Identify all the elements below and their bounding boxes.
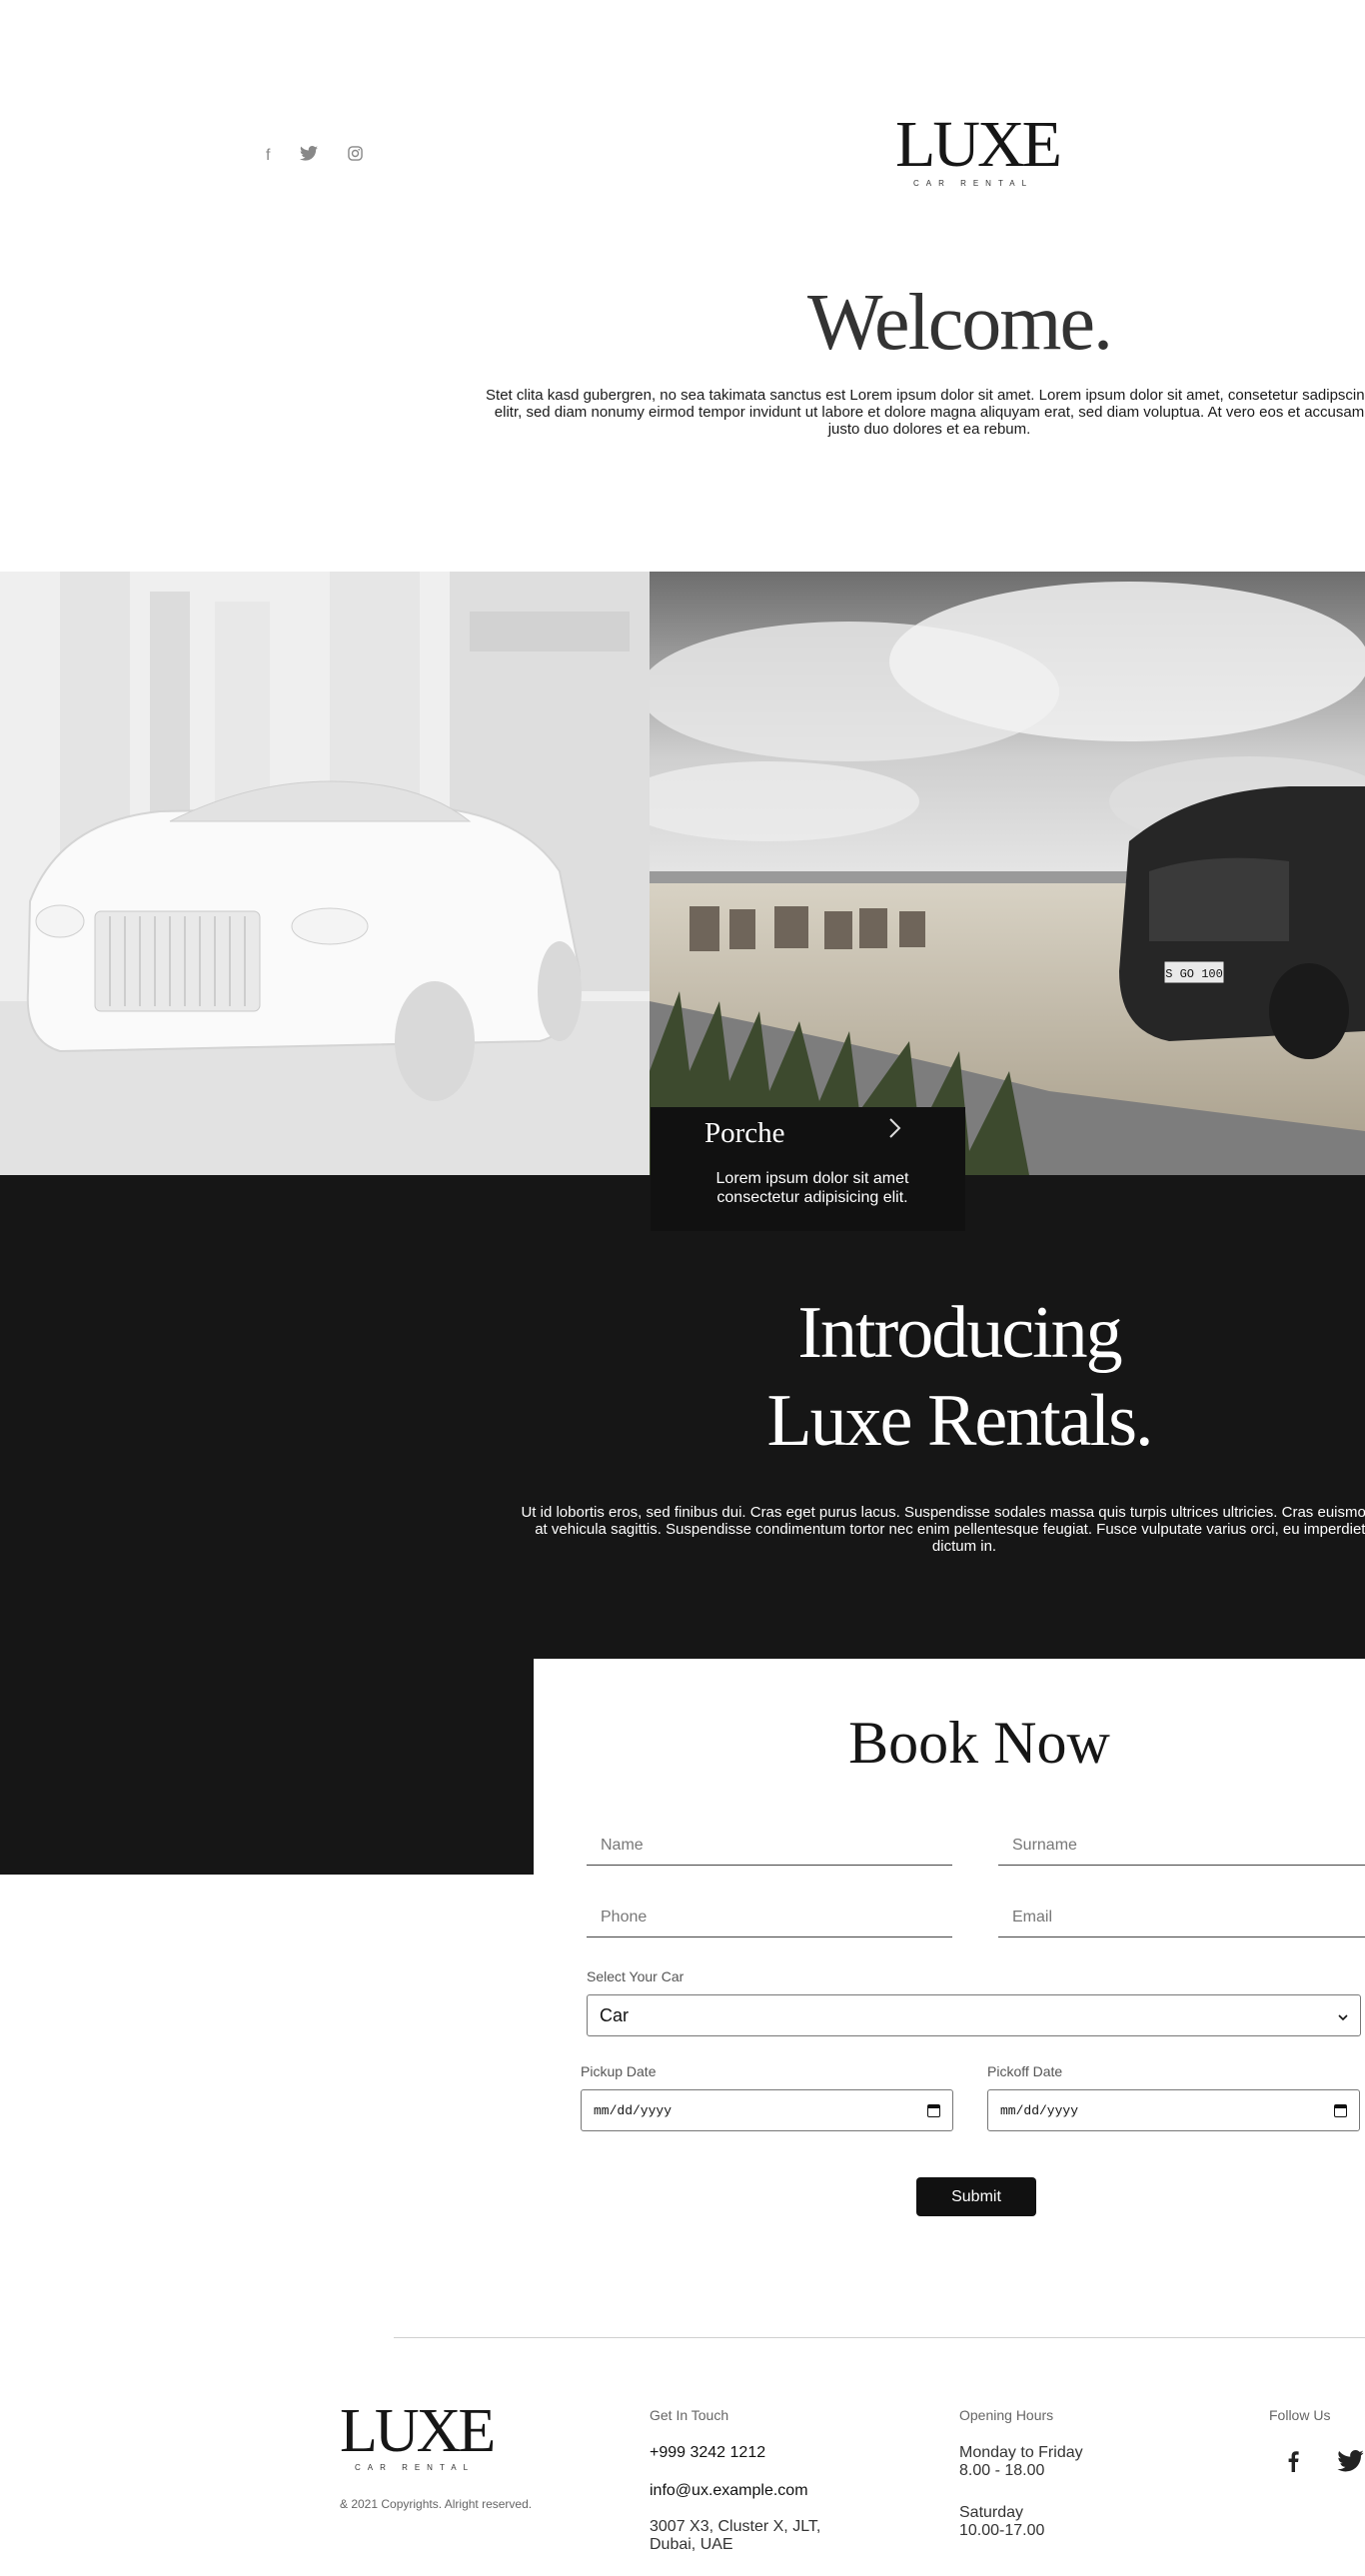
featured-car-name: Porche [704,1117,785,1149]
footer-logo[interactable]: LUXE CAR RENTAL [340,2397,496,2472]
logo-wordmark: LUXE [895,108,1062,181]
email-field[interactable] [998,1898,1365,1937]
twitter-icon[interactable] [300,146,319,165]
calendar-icon[interactable] [1334,2103,1347,2117]
weekday-label: Monday to Friday [959,2444,1083,2461]
pickoff-date-input[interactable]: mm/dd/yyyy [987,2089,1360,2131]
intro-title: Introducing Luxe Rentals. [560,1289,1359,1465]
contact-heading: Get In Touch [650,2407,729,2423]
white-car-image [0,572,650,1175]
porsche-image: S GO 100 [650,572,1365,1175]
hours-heading: Opening Hours [959,2407,1054,2423]
pickup-date-input[interactable]: mm/dd/yyyy [581,2089,953,2131]
saturday-label: Saturday [959,2504,1024,2521]
intro-title-line2: Luxe Rentals. [766,1380,1153,1462]
chevron-down-icon [1338,2005,1348,2026]
follow-heading: Follow Us [1269,2407,1331,2423]
contact-phone[interactable]: +999 3242 1212 [650,2444,765,2462]
footer-logo-tagline: CAR RENTAL [354,2463,476,2472]
name-field[interactable] [587,1826,952,1866]
welcome-text-body: Stet clita kasd gubergren, no sea takima… [486,387,1365,438]
contact-address: 3007 X3, Cluster X, JLT, Dubai, UAE [650,2518,820,2554]
address-line2: Dubai, UAE [650,2536,733,2553]
welcome-text: Stet clita kasd gubergren, no sea takima… [480,387,1365,438]
pickup-date-label: Pickup Date [581,2063,657,2079]
social-links: f [266,146,364,165]
booking-title: Book Now [848,1710,1110,1776]
footer-logo-wordmark: LUXE [340,2397,496,2465]
twitter-icon[interactable] [1336,2450,1365,2478]
intro-text-body: Ut id lobortis eros, sed finibus dui. Cr… [521,1504,1365,1555]
footer-divider [394,2337,1365,2338]
submit-button[interactable]: Submit [916,2177,1036,2216]
weekday-hours: Monday to Friday 8.00 - 18.00 [959,2444,1083,2480]
facebook-icon[interactable]: f [266,147,270,164]
pickoff-date-value: mm/dd/yyyy [1000,2102,1079,2118]
car-select-label: Select Your Car [587,1968,684,1984]
contact-email[interactable]: info@ux.example.com [650,2482,808,2500]
license-plate: S GO 100 [1165,967,1223,981]
car-select[interactable]: Car [587,1994,1361,2036]
weekday-time: 8.00 - 18.00 [959,2462,1045,2479]
pickup-date-value: mm/dd/yyyy [594,2102,673,2118]
instagram-icon[interactable] [348,146,364,165]
intro-title-line1: Introducing [797,1292,1122,1374]
phone-field[interactable] [587,1898,952,1937]
logo-tagline: CAR RENTAL [912,179,1034,188]
featured-car-description: Lorem ipsum dolor sit amet consectetur a… [715,1170,909,1206]
facebook-icon[interactable] [1287,2450,1299,2478]
brand-logo[interactable]: LUXE CAR RENTAL [895,108,1062,189]
saturday-time: 10.00-17.00 [959,2522,1045,2539]
car-select-value: Car [600,2004,630,2025]
address-line1: 3007 X3, Cluster X, JLT, [650,2518,821,2535]
surname-field[interactable] [998,1826,1365,1866]
chevron-right-icon[interactable] [888,1117,902,1145]
intro-text: Ut id lobortis eros, sed finibus dui. Cr… [515,1504,1365,1555]
pickoff-date-label: Pickoff Date [987,2063,1063,2079]
calendar-icon[interactable] [927,2103,940,2117]
welcome-title: Welcome. [806,279,1113,367]
featured-car-card[interactable]: Porche Lorem ipsum dolor sit amet consec… [651,1107,965,1231]
copyright-text: & 2021 Copyrights. Alright reserved. [340,2497,533,2511]
saturday-hours: Saturday 10.00-17.00 [959,2504,1044,2540]
